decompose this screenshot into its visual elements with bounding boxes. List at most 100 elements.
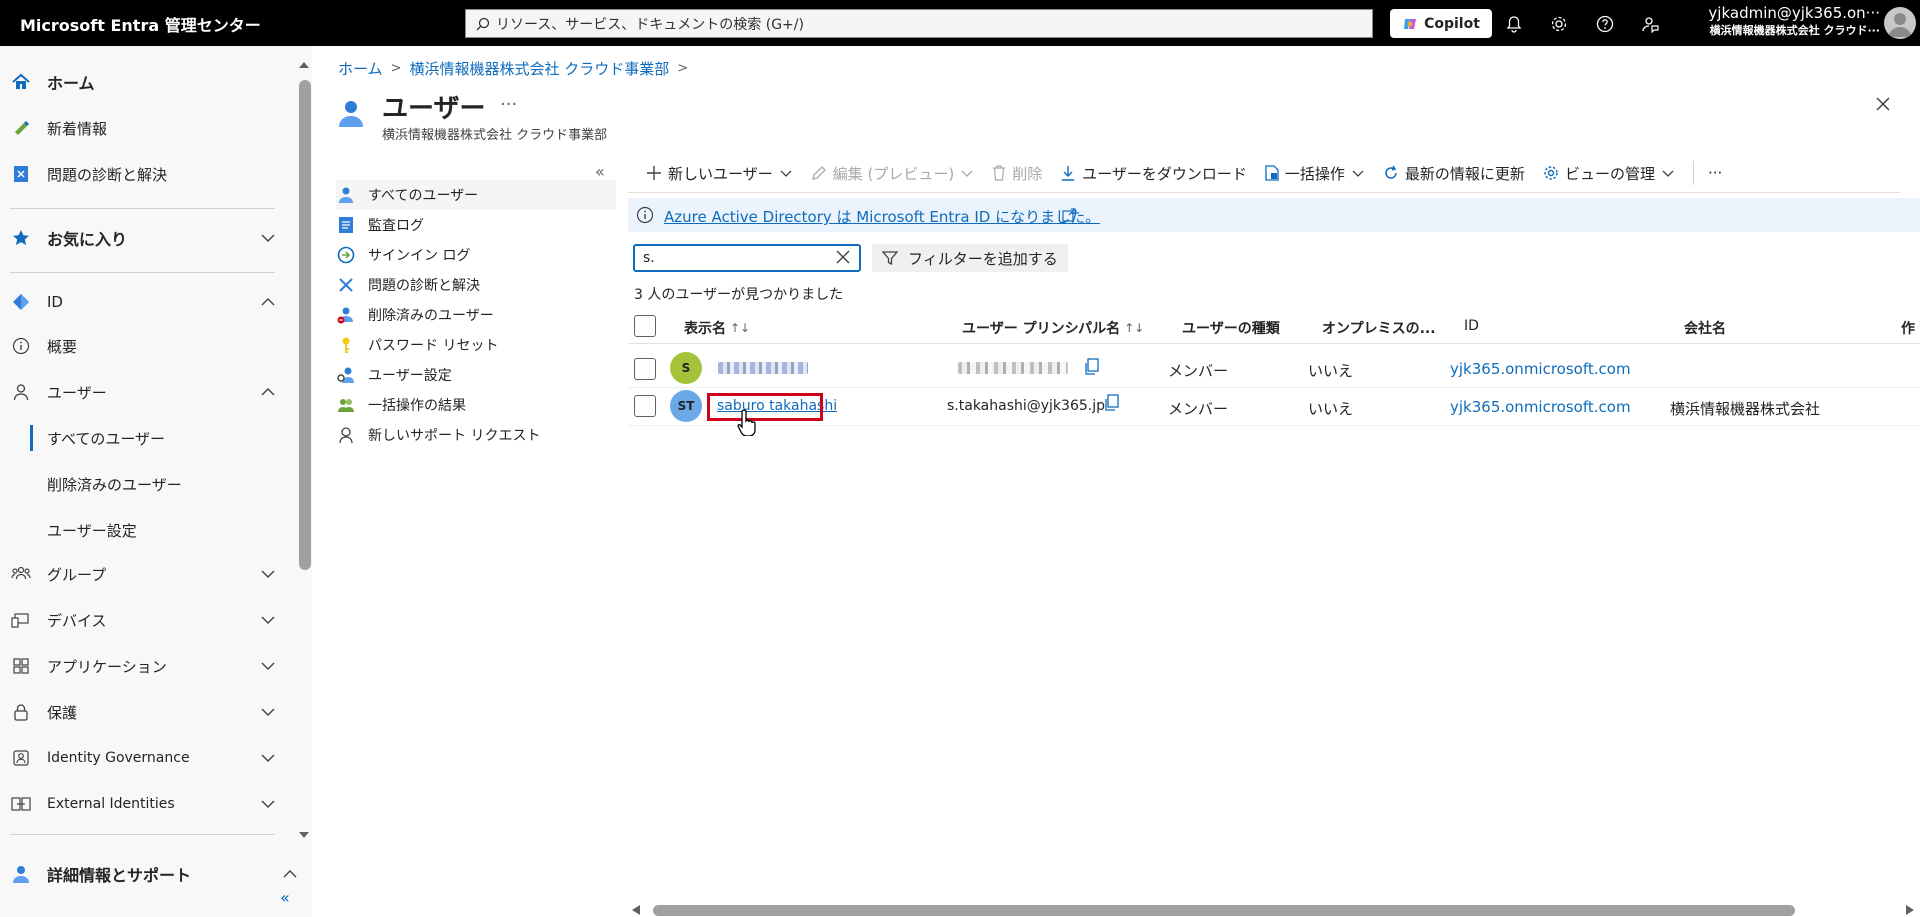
collapse-menu-button[interactable]: « [595, 162, 605, 181]
close-icon[interactable] [1875, 96, 1891, 112]
copilot-button[interactable]: Copilot [1390, 9, 1492, 38]
external-link-icon[interactable] [1062, 208, 1076, 222]
star-icon [10, 227, 32, 249]
search-placeholder: リソース、サービス、ドキュメントの検索 (G+/) [496, 16, 804, 33]
select-all-checkbox[interactable] [634, 315, 656, 337]
sidebar-item-diagnose[interactable]: 問題の診断と解決 [0, 154, 292, 194]
horizontal-scroll-thumb[interactable] [653, 905, 1795, 916]
sidebar-scroll-thumb[interactable] [299, 80, 311, 570]
sidebar-item-external-identities[interactable]: External Identities [0, 784, 292, 824]
page-more-button[interactable]: ··· [500, 94, 517, 115]
header-company[interactable]: 会社名 [1684, 318, 1726, 338]
id-cell[interactable]: yjk365.onmicrosoft.com [1450, 398, 1631, 416]
top-bar: Microsoft Entra 管理センター リソース、サービス、ドキュメントの… [0, 0, 1920, 46]
sidebar-item-identity-governance[interactable]: Identity Governance [0, 738, 292, 778]
page-subtitle: 横浜情報機器株式会社 クラウド事業部 [382, 128, 608, 143]
menu-item-all-users[interactable]: すべてのユーザー [336, 180, 616, 210]
sidebar-item-favorites[interactable]: お気に入り [0, 218, 292, 258]
edit-preview-button[interactable]: 編集 (プレビュー) [811, 163, 974, 184]
sidebar-item-overview[interactable]: 概要 [0, 326, 292, 366]
header-user-type[interactable]: ユーザーの種類 [1182, 318, 1280, 338]
refresh-button[interactable]: 最新の情報に更新 [1383, 163, 1525, 184]
sidebar-item-whats-new[interactable]: 新着情報 [0, 108, 292, 148]
sidebar-item-user-settings[interactable]: ユーザー設定 [0, 510, 292, 550]
account-avatar[interactable] [1884, 7, 1916, 39]
add-filter-button[interactable]: フィルターを追加する [872, 244, 1068, 272]
sort-icon: ↑↓ [1124, 321, 1145, 335]
menu-item-diagnose[interactable]: 問題の診断と解決 [336, 270, 616, 300]
copy-icon[interactable] [1104, 394, 1120, 412]
menu-item-user-settings[interactable]: ユーザー設定 [336, 360, 616, 390]
filter-icon [882, 250, 898, 266]
support-icon [336, 425, 356, 445]
sidebar-item-devices[interactable]: デバイス [0, 600, 292, 640]
info-banner-link[interactable]: Azure Active Directory は Microsoft Entra… [664, 206, 1100, 227]
bulk-operations-button[interactable]: 一括操作 [1265, 163, 1365, 184]
users-page-icon [336, 98, 366, 128]
new-user-button[interactable]: 新しいユーザー [646, 163, 793, 184]
table-row[interactable]: S メンバー いいえ yjk365.onmicrosoft.com [628, 350, 1920, 388]
sidebar-item-protection[interactable]: 保護 [0, 692, 292, 732]
megaphone-icon [10, 117, 32, 139]
row-checkbox[interactable] [634, 358, 656, 380]
download-icon [1060, 165, 1076, 181]
collapse-sidebar-button[interactable]: « [280, 888, 290, 907]
sidebar-item-groups[interactable]: グループ [0, 554, 292, 594]
chevron-down-icon [779, 166, 793, 180]
audit-log-icon [336, 215, 356, 235]
header-display-name[interactable]: 表示名 ↑↓ [684, 318, 750, 338]
global-search-input[interactable]: リソース、サービス、ドキュメントの検索 (G+/) [465, 9, 1373, 38]
refresh-icon [1383, 165, 1399, 181]
breadcrumb: ホーム > 横浜情報機器株式会社 クラウド事業部 > [338, 58, 696, 79]
header-created[interactable]: 作 [1901, 318, 1915, 338]
menu-item-password-reset[interactable]: パスワード リセット [336, 330, 616, 360]
redacted-display-name[interactable] [718, 362, 808, 374]
info-banner: Azure Active Directory は Microsoft Entra… [628, 198, 1920, 232]
gear-icon[interactable] [1547, 12, 1571, 36]
help-icon[interactable] [1593, 12, 1617, 36]
breadcrumb-home[interactable]: ホーム [338, 58, 383, 79]
account-info[interactable]: yjkadmin@yjk365.on··· 横浜情報機器株式会社 クラウド··· [1696, 6, 1880, 37]
onprem-cell: いいえ [1308, 362, 1354, 380]
chevron-down-icon [960, 166, 974, 180]
sidebar-item-all-users[interactable]: すべてのユーザー [0, 418, 292, 458]
header-upn[interactable]: ユーザー プリンシパル名 ↑↓ [962, 318, 1144, 338]
plus-icon [646, 165, 662, 181]
diagnose-icon [10, 163, 32, 185]
menu-item-deleted-users[interactable]: 削除済みのユーザー [336, 300, 616, 330]
delete-button[interactable]: 削除 [992, 163, 1042, 184]
sidebar-item-home[interactable]: ホーム [0, 62, 292, 102]
sidebar-item-learn-support[interactable]: 詳細情報とサポート [0, 854, 297, 894]
chevron-down-icon [1661, 166, 1675, 180]
sidebar-divider [10, 272, 275, 273]
menu-item-sign-in-logs[interactable]: サインイン ログ [336, 240, 616, 270]
menu-item-bulk-results[interactable]: 一括操作の結果 [336, 390, 616, 420]
manage-view-button[interactable]: ビューの管理 [1543, 163, 1675, 184]
sort-icon: ↑↓ [730, 321, 751, 335]
sidebar-item-applications[interactable]: アプリケーション [0, 646, 292, 686]
copy-icon[interactable] [1084, 358, 1100, 376]
more-commands-button[interactable]: ··· [1708, 164, 1722, 182]
sidebar-item-deleted-users[interactable]: 削除済みのユーザー [0, 464, 292, 504]
row-checkbox[interactable] [634, 395, 656, 417]
download-users-button[interactable]: ユーザーをダウンロード [1060, 163, 1247, 184]
id-cell[interactable]: yjk365.onmicrosoft.com [1450, 360, 1631, 378]
header-onprem[interactable]: オンプレミスの... [1322, 318, 1436, 338]
pencil-icon [811, 165, 827, 181]
breadcrumb-org[interactable]: 横浜情報機器株式会社 クラウド事業部 [409, 58, 669, 79]
clear-search-icon[interactable] [835, 249, 851, 265]
feedback-icon[interactable] [1638, 12, 1662, 36]
sidebar-item-identity[interactable]: ID [0, 282, 292, 322]
brand-title[interactable]: Microsoft Entra 管理センター [20, 12, 261, 36]
bell-icon[interactable] [1502, 12, 1526, 36]
avatar: ST [670, 390, 702, 422]
header-id[interactable]: ID [1464, 318, 1479, 334]
breadcrumb-separator: > [677, 61, 689, 76]
menu-item-audit-logs[interactable]: 監査ログ [336, 210, 616, 240]
bulk-users-icon [336, 395, 356, 415]
user-search-input[interactable]: s. [633, 244, 861, 272]
sidebar-divider [10, 208, 275, 209]
sidebar-item-users[interactable]: ユーザー [0, 372, 292, 412]
toolbar-separator [1692, 161, 1694, 185]
menu-item-new-support-request[interactable]: 新しいサポート リクエスト [336, 420, 616, 450]
